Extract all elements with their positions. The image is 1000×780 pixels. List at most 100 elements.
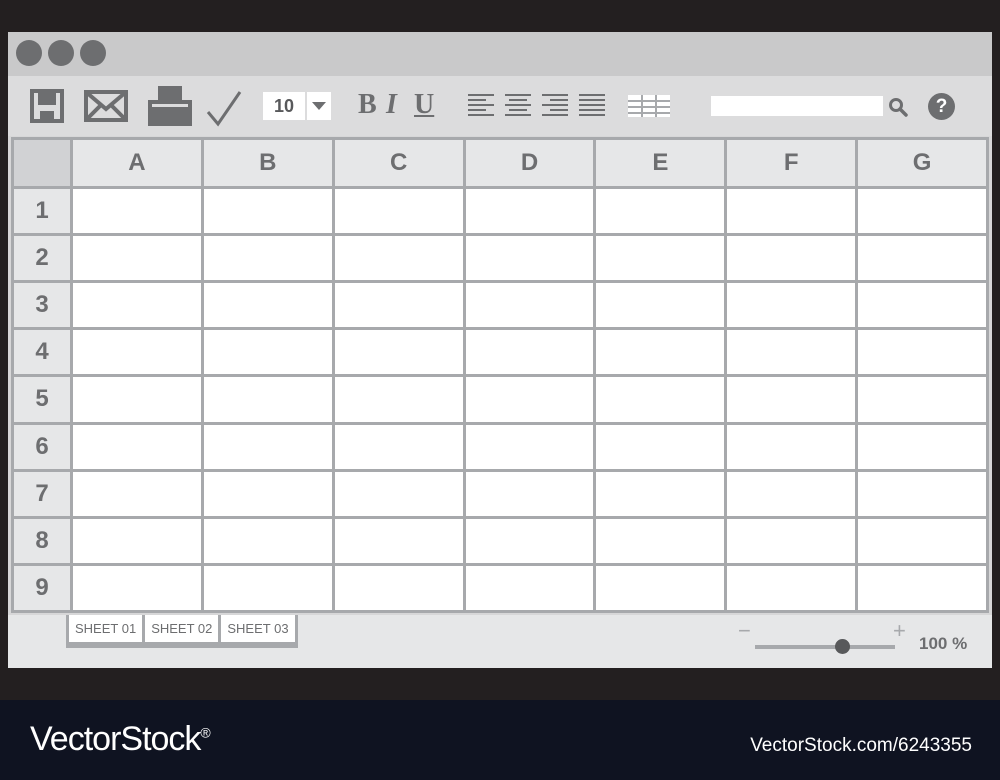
column-header[interactable]: F	[727, 140, 856, 186]
align-right-icon[interactable]	[542, 94, 570, 118]
row-header[interactable]: 1	[14, 189, 70, 234]
row-header[interactable]: 9	[14, 565, 70, 610]
window-control-maximize[interactable]	[80, 40, 106, 66]
grid-cell[interactable]	[334, 471, 463, 516]
row-header[interactable]: 4	[14, 330, 70, 375]
grid-cell[interactable]	[465, 377, 594, 422]
grid-cell[interactable]	[858, 189, 986, 234]
grid-cell[interactable]	[596, 377, 725, 422]
grid-cell[interactable]	[465, 330, 594, 375]
align-left-icon[interactable]	[468, 94, 496, 118]
grid-cell[interactable]	[858, 424, 986, 469]
check-icon[interactable]	[206, 90, 242, 128]
grid-cell[interactable]	[858, 377, 986, 422]
grid-cell[interactable]	[73, 518, 201, 563]
grid-cell[interactable]	[203, 471, 332, 516]
grid-cell[interactable]	[203, 236, 332, 281]
window-control-minimize[interactable]	[48, 40, 74, 66]
grid-cell[interactable]	[727, 518, 856, 563]
column-header[interactable]: C	[334, 140, 463, 186]
grid-cell[interactable]	[858, 283, 986, 328]
grid-cell[interactable]	[858, 518, 986, 563]
column-header[interactable]: E	[596, 140, 725, 186]
bold-button[interactable]: B	[358, 88, 377, 122]
zoom-slider-handle[interactable]	[834, 639, 850, 654]
grid-cell[interactable]	[334, 330, 463, 375]
grid-cell[interactable]	[858, 565, 986, 610]
row-header[interactable]: 2	[14, 236, 70, 281]
grid-cell[interactable]	[203, 518, 332, 563]
search-icon[interactable]	[888, 97, 908, 117]
grid-cell[interactable]	[596, 565, 725, 610]
zoom-out-button[interactable]: −	[738, 619, 751, 643]
grid-cell[interactable]	[334, 518, 463, 563]
grid-cell[interactable]	[727, 236, 856, 281]
grid-cell[interactable]	[596, 236, 725, 281]
row-header[interactable]: 6	[14, 424, 70, 469]
grid-cell[interactable]	[727, 565, 856, 610]
grid-cell[interactable]	[73, 189, 201, 234]
align-justify-icon[interactable]	[579, 94, 607, 118]
grid-cell[interactable]	[596, 518, 725, 563]
grid-cell[interactable]	[727, 189, 856, 234]
grid-cell[interactable]	[203, 565, 332, 610]
row-header[interactable]: 8	[14, 518, 70, 563]
grid-cell[interactable]	[465, 189, 594, 234]
grid-cell[interactable]	[858, 330, 986, 375]
column-header[interactable]: B	[203, 140, 332, 186]
search-input[interactable]	[711, 96, 883, 116]
underline-button[interactable]: U	[414, 88, 434, 122]
table-icon[interactable]	[628, 95, 670, 117]
zoom-in-button[interactable]: +	[893, 619, 906, 643]
save-icon[interactable]	[30, 89, 64, 123]
print-icon[interactable]	[148, 84, 192, 126]
grid-cell[interactable]	[727, 471, 856, 516]
column-header[interactable]: G	[858, 140, 986, 186]
align-center-icon[interactable]	[505, 94, 533, 118]
sheet-tab[interactable]: SHEET 02	[145, 615, 219, 642]
mail-icon[interactable]	[84, 90, 128, 122]
select-all-corner[interactable]	[14, 140, 70, 186]
grid-cell[interactable]	[334, 565, 463, 610]
sheet-tab[interactable]: SHEET 03	[221, 615, 295, 642]
grid-cell[interactable]	[73, 424, 201, 469]
grid-cell[interactable]	[203, 377, 332, 422]
grid-cell[interactable]	[727, 330, 856, 375]
grid-cell[interactable]	[203, 424, 332, 469]
grid-cell[interactable]	[73, 330, 201, 375]
grid-cell[interactable]	[596, 424, 725, 469]
grid-cell[interactable]	[596, 471, 725, 516]
help-icon[interactable]: ?	[928, 93, 955, 120]
column-header[interactable]: A	[73, 140, 201, 186]
grid-cell[interactable]	[727, 424, 856, 469]
grid-cell[interactable]	[73, 565, 201, 610]
grid-cell[interactable]	[858, 471, 986, 516]
grid-cell[interactable]	[73, 377, 201, 422]
grid-cell[interactable]	[858, 236, 986, 281]
grid-cell[interactable]	[203, 330, 332, 375]
grid-cell[interactable]	[727, 283, 856, 328]
font-size-select[interactable]: 10	[263, 92, 331, 120]
row-header[interactable]: 3	[14, 283, 70, 328]
italic-button[interactable]: I	[386, 88, 397, 122]
grid-cell[interactable]	[465, 471, 594, 516]
grid-cell[interactable]	[334, 236, 463, 281]
grid-cell[interactable]	[596, 283, 725, 328]
grid-cell[interactable]	[334, 377, 463, 422]
grid-cell[interactable]	[73, 236, 201, 281]
row-header[interactable]: 7	[14, 471, 70, 516]
grid-cell[interactable]	[727, 377, 856, 422]
grid-cell[interactable]	[73, 283, 201, 328]
row-header[interactable]: 5	[14, 377, 70, 422]
zoom-slider[interactable]	[755, 639, 895, 654]
sheet-tab[interactable]: SHEET 01	[69, 615, 143, 642]
grid-cell[interactable]	[465, 565, 594, 610]
grid-cell[interactable]	[596, 189, 725, 234]
grid-cell[interactable]	[73, 471, 201, 516]
grid-cell[interactable]	[334, 424, 463, 469]
grid-cell[interactable]	[465, 424, 594, 469]
window-control-close[interactable]	[16, 40, 42, 66]
grid-cell[interactable]	[465, 518, 594, 563]
grid-cell[interactable]	[334, 189, 463, 234]
grid-cell[interactable]	[596, 330, 725, 375]
